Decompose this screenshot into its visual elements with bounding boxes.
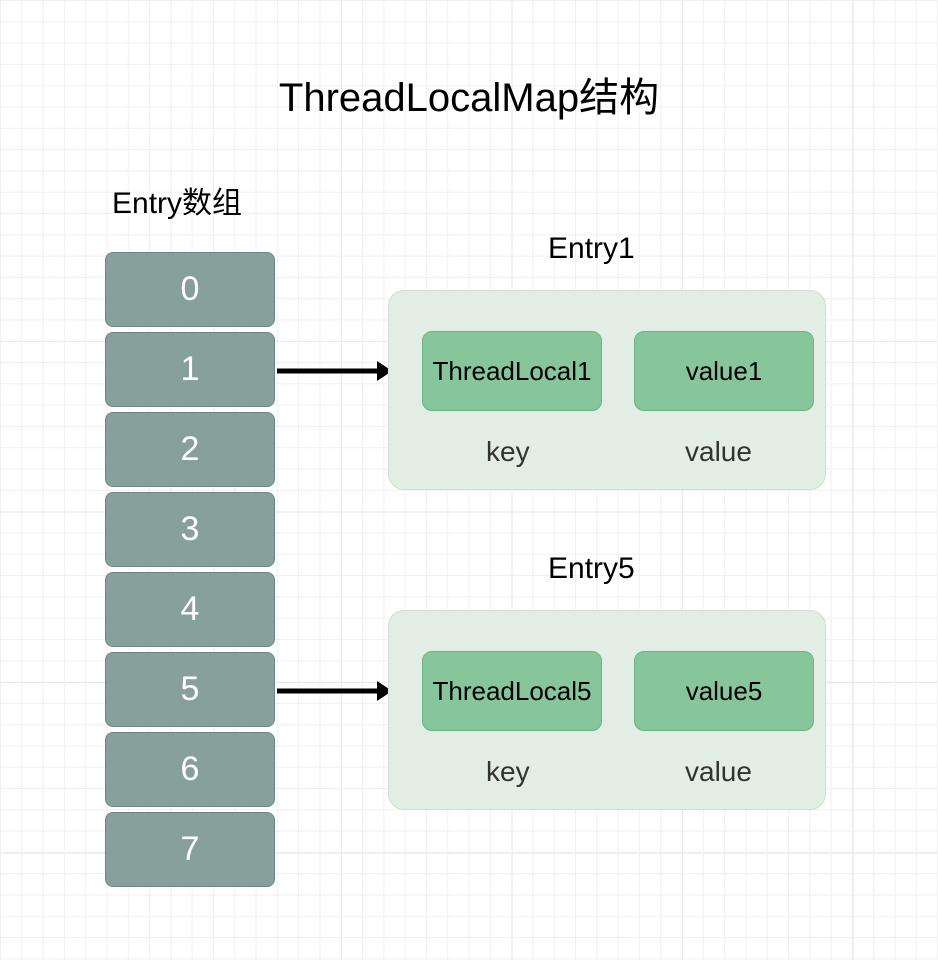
array-cell-1: 1: [105, 332, 275, 407]
entry5-value-box: value5: [634, 651, 814, 731]
array-cell-6: 6: [105, 732, 275, 807]
entry5-key-label: key: [486, 756, 530, 788]
entry5-box: ThreadLocal5 value5 key value: [388, 610, 826, 810]
diagram-title: ThreadLocalMap结构: [0, 65, 938, 123]
entry-array: 0 1 2 3 4 5 6 7: [105, 252, 275, 892]
arrow-icon: [277, 676, 392, 706]
array-cell-0: 0: [105, 252, 275, 327]
entry1-box: ThreadLocal1 value1 key value: [388, 290, 826, 490]
entry5-key-box: ThreadLocal5: [422, 651, 602, 731]
array-cell-5: 5: [105, 652, 275, 727]
entry1-value-box: value1: [634, 331, 814, 411]
entry1-title: Entry1: [548, 232, 635, 266]
array-cell-7: 7: [105, 812, 275, 887]
entry5-value-label: value: [685, 756, 752, 788]
array-cell-3: 3: [105, 492, 275, 567]
array-cell-2: 2: [105, 412, 275, 487]
entry1-key-box: ThreadLocal1: [422, 331, 602, 411]
arrow-icon: [277, 356, 392, 386]
array-cell-4: 4: [105, 572, 275, 647]
entry1-value-label: value: [685, 436, 752, 468]
entry1-key-label: key: [486, 436, 530, 468]
array-label: Entry数组: [112, 178, 242, 222]
entry5-title: Entry5: [548, 552, 635, 586]
